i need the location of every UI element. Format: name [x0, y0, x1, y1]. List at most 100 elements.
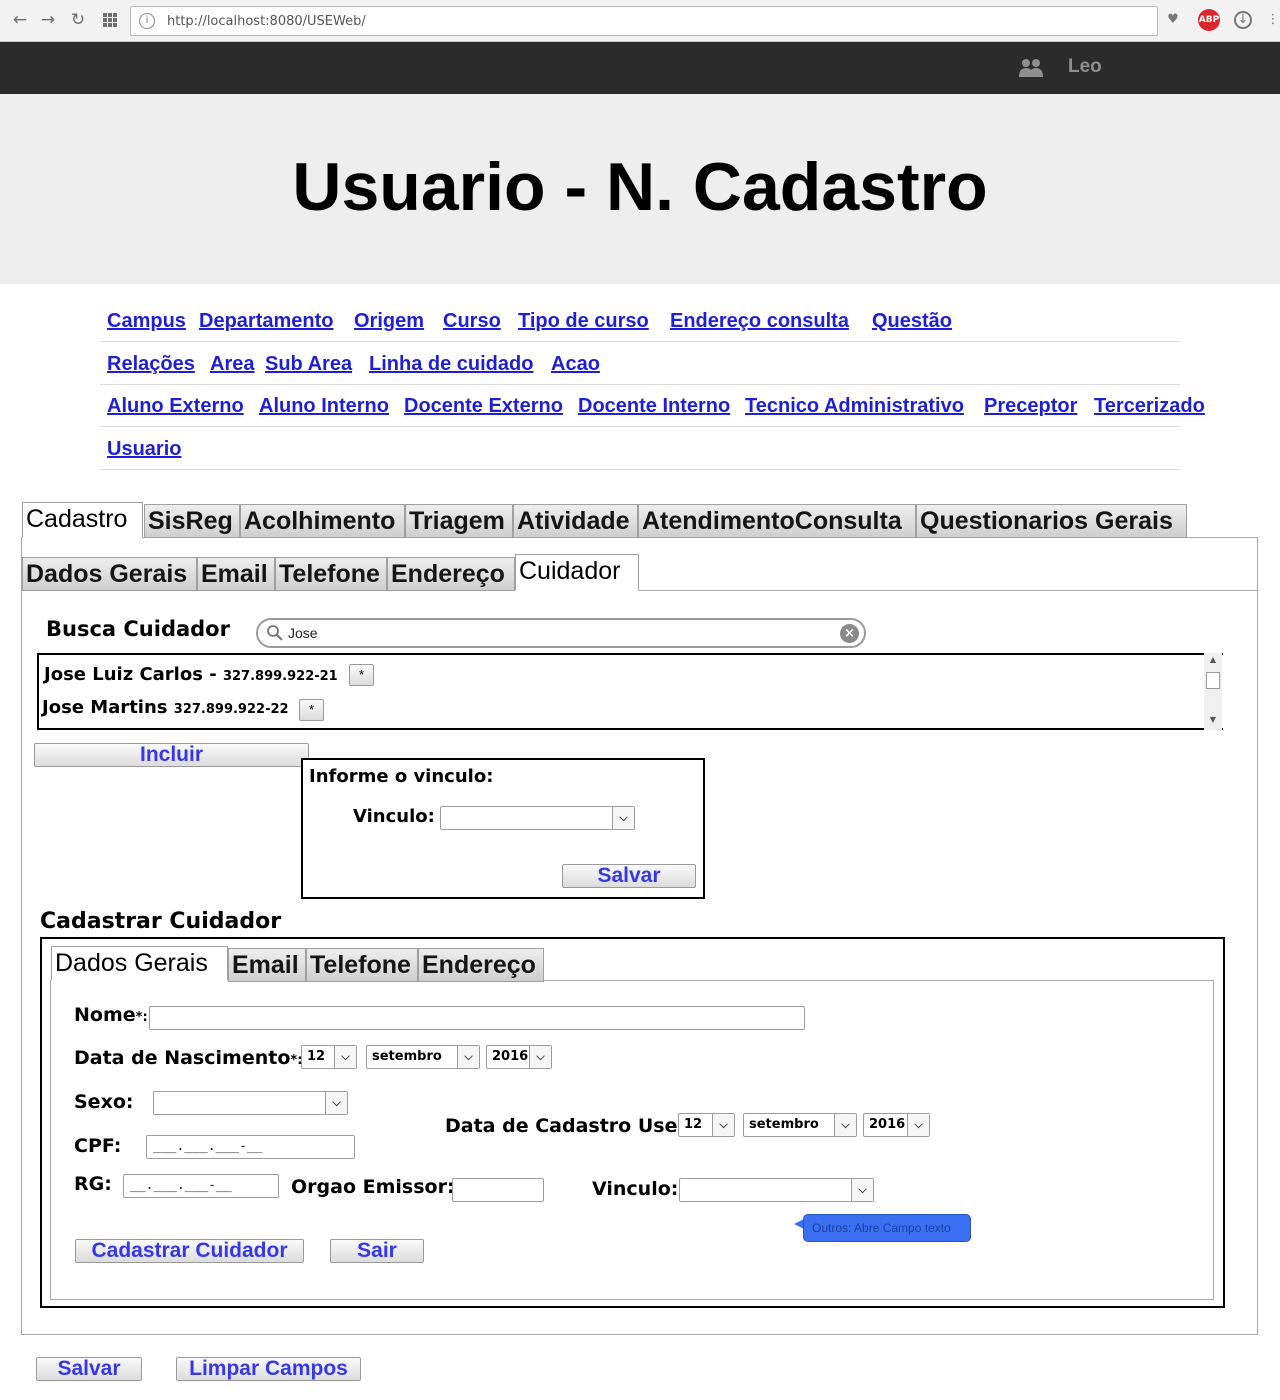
- select-result-button[interactable]: *: [349, 664, 374, 686]
- busca-cuidador-label: Busca Cuidador: [46, 617, 230, 641]
- nav-link-endereco-consulta[interactable]: Endereço consulta: [670, 310, 849, 333]
- forward-icon[interactable]: →: [38, 10, 58, 30]
- incluir-button[interactable]: Incluir: [34, 743, 309, 767]
- orgao-emissor-label: Orgao Emissor:: [291, 1176, 455, 1198]
- cadastro-month-select[interactable]: setembro ⌵: [743, 1113, 857, 1137]
- sexo-select[interactable]: ⌵: [153, 1091, 348, 1115]
- chevron-down-icon: ⌵: [612, 807, 634, 829]
- nav-link-acao[interactable]: Acao: [551, 353, 600, 376]
- sair-button[interactable]: Sair: [330, 1239, 424, 1263]
- clear-search-icon[interactable]: ×: [840, 624, 859, 643]
- menu-icon[interactable]: ⋮: [1262, 9, 1280, 31]
- tab-atendimento-consulta[interactable]: AtendimentoConsulta: [638, 504, 916, 538]
- nav-link-linha-de-cuidado[interactable]: Linha de cuidado: [369, 353, 533, 376]
- data-nascimento-label-text: Data de Nascimento: [74, 1047, 291, 1069]
- nascimento-year-select[interactable]: 2016 ⌵: [486, 1045, 552, 1069]
- nav-link-tecnico-administrativo[interactable]: Tecnico Administrativo: [745, 395, 964, 418]
- chevron-down-icon: ⌵: [457, 1046, 479, 1068]
- cadastrar-cuidador-title: Cadastrar Cuidador: [40, 909, 282, 934]
- nav-link-preceptor[interactable]: Preceptor: [984, 395, 1077, 418]
- page-title: Usuario - N. Cadastro: [292, 149, 988, 225]
- nav-link-curso[interactable]: Curso: [443, 310, 501, 333]
- nascimento-month-select[interactable]: setembro ⌵: [366, 1045, 480, 1069]
- search-results-list[interactable]: Jose Luiz Carlos - 327.899.922-21 * Jose…: [37, 653, 1223, 730]
- nav-link-tercerizado[interactable]: Tercerizado: [1094, 395, 1205, 418]
- nav-link-departamento[interactable]: Departamento: [199, 310, 333, 333]
- apps-grid-icon[interactable]: [100, 10, 120, 30]
- cadastrar-cuidador-button[interactable]: Cadastrar Cuidador: [75, 1239, 304, 1263]
- search-input[interactable]: Jose ×: [256, 618, 866, 648]
- nav-link-relacoes[interactable]: Relações: [107, 353, 195, 376]
- chevron-down-icon: ⌵: [529, 1046, 551, 1068]
- nome-label: Nome*:: [74, 1004, 148, 1026]
- vinculo-save-button[interactable]: Salvar: [562, 864, 696, 888]
- nav-link-questao[interactable]: Questão: [872, 310, 952, 333]
- orgao-emissor-input[interactable]: [452, 1178, 544, 1202]
- tab-acolhimento[interactable]: Acolhimento: [240, 504, 405, 538]
- cad-tab-telefone[interactable]: Telefone: [306, 948, 418, 982]
- back-icon[interactable]: ←: [10, 10, 30, 30]
- result-name: Jose Martins: [42, 697, 168, 718]
- adblock-icon[interactable]: ABP: [1198, 9, 1220, 31]
- cad-tab-email[interactable]: Email: [228, 948, 306, 982]
- tab-atividade[interactable]: Atividade: [513, 504, 638, 538]
- result-separator: -: [202, 664, 223, 685]
- cpf-input[interactable]: ___.___.___-__: [146, 1135, 355, 1159]
- user-name[interactable]: Leo: [1068, 56, 1102, 78]
- scroll-up-icon[interactable]: ▲: [1204, 655, 1222, 667]
- nascimento-month-value: setembro: [372, 1049, 442, 1064]
- scroll-thumb[interactable]: [1206, 672, 1220, 689]
- cadastro-year-value: 2016: [869, 1117, 906, 1132]
- vinculo-popup-label: Vinculo:: [353, 806, 435, 827]
- scroll-down-icon[interactable]: ▼: [1204, 715, 1222, 727]
- cadastro-year-select[interactable]: 2016 ⌵: [863, 1113, 930, 1137]
- page-info-icon[interactable]: i: [139, 13, 155, 29]
- download-icon[interactable]: ↓: [1234, 11, 1252, 29]
- browser-toolbar: ← → ↻ i http://localhost:8080/USEWeb/ ♥ …: [0, 0, 1280, 42]
- nav-link-aluno-externo[interactable]: Aluno Externo: [107, 395, 244, 418]
- nav-link-aluno-interno[interactable]: Aluno Interno: [259, 395, 389, 418]
- subtab-email[interactable]: Email: [197, 557, 275, 591]
- heart-icon[interactable]: ♥: [1162, 9, 1184, 31]
- select-result-button[interactable]: *: [299, 699, 324, 721]
- tab-sisreg[interactable]: SisReg: [144, 504, 240, 538]
- reload-icon[interactable]: ↻: [68, 10, 88, 30]
- limpar-campos-button[interactable]: Limpar Campos: [176, 1357, 361, 1381]
- cadastro-day-select[interactable]: 12 ⌵: [678, 1113, 735, 1137]
- cad-tab-endereco[interactable]: Endereço: [418, 948, 544, 982]
- rg-input[interactable]: __.___.___-__: [123, 1174, 279, 1198]
- subtab-endereco[interactable]: Endereço: [387, 557, 515, 591]
- nav-row-2: Relações Area Sub Area Linha de cuidado …: [100, 343, 1180, 385]
- subtab-cuidador[interactable]: Cuidador: [515, 554, 639, 591]
- list-item[interactable]: Jose Martins 327.899.922-22: [42, 697, 289, 718]
- sexo-label: Sexo:: [74, 1091, 134, 1113]
- address-bar[interactable]: i http://localhost:8080/USEWeb/: [130, 6, 1158, 36]
- vinculo-label: Vinculo:: [592, 1178, 679, 1200]
- rg-label: RG:: [74, 1173, 112, 1195]
- cad-tab-dados-gerais[interactable]: Dados Gerais: [51, 946, 228, 981]
- nav-link-sub-area[interactable]: Sub Area: [265, 353, 352, 376]
- list-item[interactable]: Jose Luiz Carlos - 327.899.922-21: [44, 664, 338, 685]
- nav-link-docente-externo[interactable]: Docente Externo: [404, 395, 563, 418]
- subtab-dados-gerais[interactable]: Dados Gerais: [22, 557, 197, 591]
- chevron-down-icon: ⌵: [907, 1114, 929, 1136]
- nascimento-day-value: 12: [307, 1049, 326, 1064]
- nav-row-3: Aluno Externo Aluno Interno Docente Exte…: [100, 385, 1205, 427]
- adblock-label: ABP: [1198, 15, 1220, 25]
- nav-link-docente-interno[interactable]: Docente Interno: [578, 395, 730, 418]
- subtab-telefone[interactable]: Telefone: [275, 557, 387, 591]
- tab-questionarios-gerais[interactable]: Questionarios Gerais: [916, 504, 1187, 538]
- vinculo-select[interactable]: ⌵: [679, 1178, 874, 1202]
- nav-link-tipo-de-curso[interactable]: Tipo de curso: [518, 310, 649, 333]
- nascimento-day-select[interactable]: 12 ⌵: [301, 1045, 357, 1069]
- vinculo-popup-select[interactable]: ⌵: [440, 806, 635, 830]
- salvar-button[interactable]: Salvar: [36, 1357, 142, 1381]
- tab-triagem[interactable]: Triagem: [405, 504, 513, 538]
- nav-link-area[interactable]: Area: [210, 353, 254, 376]
- users-icon[interactable]: [1018, 55, 1044, 81]
- nome-input[interactable]: [149, 1006, 805, 1030]
- tab-cadastro[interactable]: Cadastro: [22, 502, 143, 538]
- nav-link-usuario[interactable]: Usuario: [107, 438, 181, 461]
- nav-link-origem[interactable]: Origem: [354, 310, 424, 333]
- nav-link-campus[interactable]: Campus: [107, 310, 186, 333]
